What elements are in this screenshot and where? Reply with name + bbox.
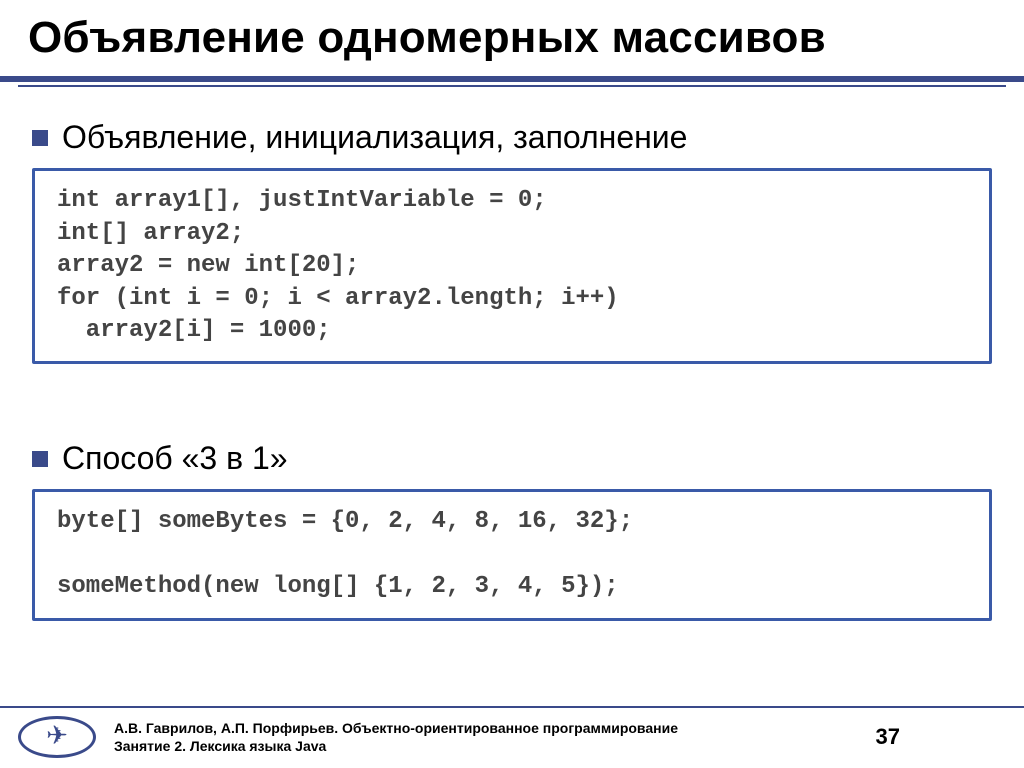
code-line: someMethod(new long[] {1, 2, 3, 4, 5}); — [57, 571, 967, 603]
footer: ✈ А.В. Гаврилов, А.П. Порфирьев. Объектн… — [0, 706, 1024, 768]
bullet-item: Объявление, инициализация, заполнение — [32, 119, 996, 156]
footer-authors: А.В. Гаврилов, А.П. Порфирьев. Объектно-… — [114, 719, 858, 737]
bullet-text: Способ «3 в 1» — [62, 440, 288, 477]
plane-icon: ✈ — [46, 722, 68, 748]
code-line: array2[i] = 1000; — [57, 315, 967, 347]
code-block-1: int array1[], justIntVariable = 0; int[]… — [32, 168, 992, 364]
logo-oval: ✈ — [18, 716, 96, 758]
code-line: int array1[], justIntVariable = 0; — [57, 185, 967, 217]
square-bullet-icon — [32, 130, 48, 146]
square-bullet-icon — [32, 451, 48, 467]
code-line: byte[] someBytes = {0, 2, 4, 8, 16, 32}; — [57, 506, 967, 538]
code-line: for (int i = 0; i < array2.length; i++) — [57, 283, 967, 315]
slide-title: Объявление одномерных массивов — [28, 14, 996, 62]
footer-text: А.В. Гаврилов, А.П. Порфирьев. Объектно-… — [114, 719, 858, 755]
page-number: 37 — [876, 724, 1000, 750]
slide-body: Объявление, инициализация, заполнение in… — [0, 87, 1024, 706]
title-block: Объявление одномерных массивов — [0, 0, 1024, 70]
spacer — [28, 372, 996, 432]
slide: Объявление одномерных массивов Объявлени… — [0, 0, 1024, 768]
footer-subtitle: Занятие 2. Лексика языка Java — [114, 737, 858, 755]
code-line — [57, 539, 967, 571]
bullet-item: Способ «3 в 1» — [32, 440, 996, 477]
divider-thick — [0, 76, 1024, 82]
code-line: int[] array2; — [57, 218, 967, 250]
code-line: array2 = new int[20]; — [57, 250, 967, 282]
code-block-2: byte[] someBytes = {0, 2, 4, 8, 16, 32};… — [32, 489, 992, 620]
bullet-text: Объявление, инициализация, заполнение — [62, 119, 687, 156]
